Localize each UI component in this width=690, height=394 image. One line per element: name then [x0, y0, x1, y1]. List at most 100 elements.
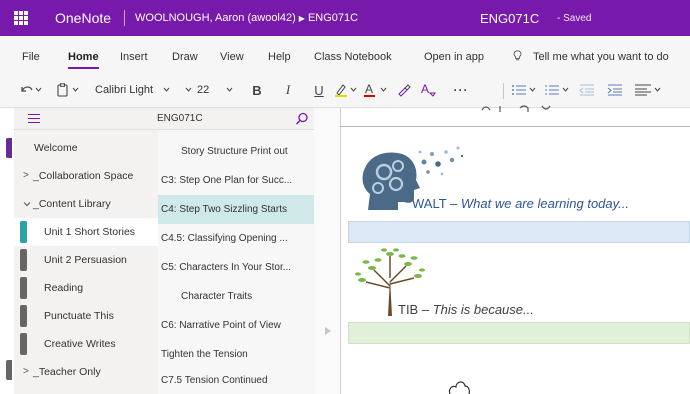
tab-help[interactable]: Help	[268, 51, 291, 63]
section-label: _Content Library	[33, 198, 111, 210]
chevron-right-icon: >	[23, 170, 29, 181]
numbered-list-icon	[545, 85, 569, 95]
section-label: Unit 2 Persuasion	[44, 254, 127, 266]
title-bar: OneNote WOOLNOUGH, Aaron (awool42) ▶ ENG07…	[0, 0, 690, 36]
app-launcher-icon[interactable]	[14, 11, 28, 25]
svg-text:A: A	[365, 82, 373, 96]
tib-heading: TIB – This is because...	[398, 302, 534, 317]
underline-button[interactable]: U	[311, 80, 327, 100]
section-punctuate-this[interactable]: Punctuate This	[14, 302, 158, 330]
walt-answer-box[interactable]	[348, 221, 690, 243]
section-creative-writes[interactable]: Creative Writes	[14, 330, 158, 358]
tib-answer-box[interactable]	[348, 322, 690, 344]
section-unit-2-persuasion[interactable]: Unit 2 Persuasion	[14, 246, 158, 274]
canvas-gutter	[314, 108, 340, 394]
italic-button[interactable]: I	[280, 80, 296, 100]
breadcrumb-notebook[interactable]: ENG071C	[308, 12, 358, 24]
bullets-button[interactable]	[510, 80, 540, 100]
format-painter-button[interactable]	[394, 80, 414, 100]
section-color-bar	[20, 305, 27, 327]
ribbon-tabs: File Home Insert Draw View Help Class No…	[0, 36, 690, 72]
page-story-structure-print-out[interactable]: Story Structure Print out	[158, 137, 314, 166]
section-color-bar	[20, 221, 27, 243]
toolbar-separator	[503, 83, 504, 99]
clear-formatting-icon: A	[421, 82, 436, 97]
align-button[interactable]	[632, 80, 668, 100]
font-name-dropdown[interactable]: Calibri Light	[91, 80, 157, 100]
more-options-button[interactable]: ···	[450, 80, 472, 100]
numbering-button[interactable]	[543, 80, 573, 100]
chevron-down-icon	[23, 190, 31, 220]
undo-button[interactable]	[18, 80, 44, 100]
font-size-chevron-2-icon[interactable]	[221, 80, 239, 100]
section-group-collaboration-space[interactable]: > _Collaboration Space	[14, 162, 158, 190]
tab-view[interactable]: View	[220, 51, 244, 63]
font-color-icon: A	[364, 82, 387, 97]
navigation-header: ENG071C	[14, 108, 314, 130]
page-c3-step-one[interactable]: C3: Step One Plan for Succ...	[158, 166, 314, 195]
paste-button[interactable]	[55, 80, 85, 100]
notebook-title: ENG071C	[157, 113, 203, 124]
tib-prefix: TIB –	[398, 302, 433, 317]
title-separator	[124, 10, 125, 26]
section-color-bar	[20, 249, 27, 271]
page-character-traits[interactable]: Character Traits	[158, 282, 314, 311]
tab-open-in-app[interactable]: Open in app	[424, 51, 484, 63]
highlight-button[interactable]	[333, 80, 361, 100]
page-c7-5-tension-continued[interactable]: C7.5 Tension Continued	[158, 366, 314, 394]
app-name[interactable]: OneNote	[55, 10, 111, 26]
page-c4-5-classifying[interactable]: C4.5: Classifying Opening ...	[158, 224, 314, 253]
hamburger-menu-icon[interactable]	[28, 114, 40, 123]
strip-tab-teacher[interactable]	[6, 360, 12, 380]
tib-italic-text: This is because...	[432, 302, 534, 317]
page-c6-narrative-pov[interactable]: C6: Narrative Point of View	[158, 311, 314, 340]
decrease-indent-icon	[579, 84, 594, 96]
section-group-content-library[interactable]: _Content Library	[14, 190, 158, 218]
breadcrumb[interactable]: WOOLNOUGH, Aaron (awool42) ▶ ENG071C	[135, 12, 358, 24]
section-label: Unit 1 Short Stories	[44, 226, 136, 238]
increase-indent-button[interactable]	[603, 80, 627, 100]
undo-icon	[21, 86, 42, 92]
decrease-indent-button[interactable]	[575, 80, 599, 100]
page-c4-step-two[interactable]: C4: Step Two Sizzling Starts	[158, 195, 314, 224]
section-label: Creative Writes	[44, 338, 116, 350]
section-reading[interactable]: Reading	[14, 274, 158, 302]
tab-insert[interactable]: Insert	[120, 51, 148, 63]
font-color-button[interactable]: A	[362, 80, 392, 100]
page-title-underline	[340, 126, 690, 127]
document-title[interactable]: ENG071C	[480, 11, 539, 26]
collapse-arrow-icon[interactable]	[325, 327, 331, 335]
font-size-dropdown[interactable]: 22	[194, 80, 224, 100]
tab-file[interactable]: File	[22, 51, 40, 63]
section-label: _Collaboration Space	[33, 170, 134, 182]
section-welcome[interactable]: Welcome	[14, 134, 158, 162]
walt-italic-text: What we are learning today...	[460, 196, 630, 211]
font-name-chevron-icon[interactable]	[150, 80, 180, 100]
breadcrumb-chevron-icon: ▶	[298, 14, 305, 23]
tell-me-search[interactable]: Tell me what you want to do	[533, 51, 669, 63]
tab-home[interactable]: Home	[68, 51, 99, 69]
align-icon	[635, 84, 661, 96]
bold-button[interactable]: B	[249, 80, 265, 100]
bullet-list-icon	[512, 85, 536, 95]
lightbulb-icon	[513, 50, 522, 61]
clear-formatting-button[interactable]: A	[418, 80, 440, 100]
tab-class-notebook[interactable]: Class Notebook	[314, 51, 392, 63]
search-icon[interactable]	[295, 112, 309, 126]
strip-tab-welcome[interactable]	[6, 138, 12, 158]
page-title-text-fragment	[481, 105, 551, 112]
tab-draw[interactable]: Draw	[172, 51, 198, 63]
breadcrumb-owner[interactable]: WOOLNOUGH, Aaron (awool42)	[135, 12, 296, 24]
page-c5-characters[interactable]: C5: Characters In Your Stor...	[158, 253, 314, 282]
section-label: Punctuate This	[44, 310, 114, 322]
section-group-teacher-only[interactable]: > _Teacher Only	[14, 358, 158, 386]
section-label: Reading	[44, 282, 84, 294]
section-unit-1-short-stories[interactable]: Unit 1 Short Stories	[14, 218, 158, 246]
chevron-right-icon: >	[23, 366, 29, 377]
page-tighten-the-tension[interactable]: Tighten the Tension	[158, 340, 314, 369]
svg-text:A: A	[421, 82, 429, 96]
section-label: _Teacher Only	[33, 366, 101, 378]
section-label: Welcome	[34, 142, 78, 154]
section-color-bar	[20, 277, 27, 299]
walt-heading: WALT – What we are learning today...	[412, 196, 629, 211]
